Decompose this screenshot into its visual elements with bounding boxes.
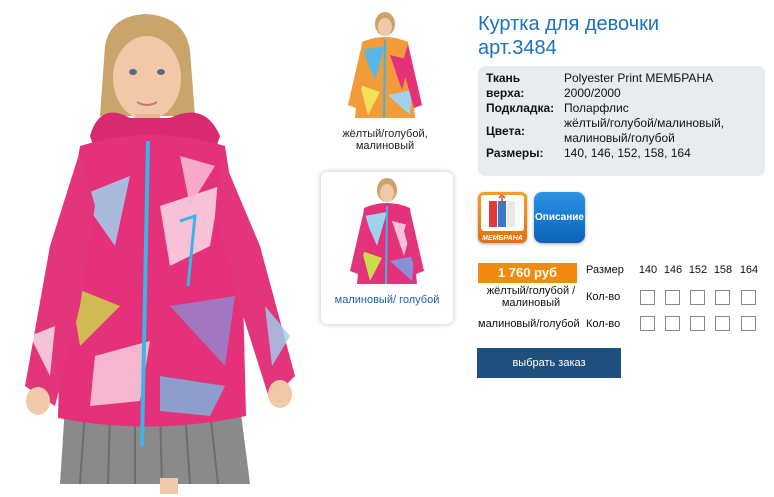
thumbnail-image [350,178,424,285]
spec-row-colors: Цвета: жёлтый/голубой/малиновый, малинов… [486,116,765,146]
thumbnail-image [348,12,422,119]
qty-label: Кол-во [586,291,621,303]
qty-checkbox-yellow-164[interactable] [741,290,756,305]
qty-checkbox-yellow-146[interactable] [665,290,680,305]
membrane-label: МЕМБРАНА [482,235,523,242]
size-164-header: 164 [739,264,759,276]
spec-key: верха: [486,86,525,100]
thumbnail-yellow-blue-crimson[interactable]: жёлтый/голубой, малиновый [326,8,444,158]
qty-label: Кол-во [586,318,621,330]
product-title: Куртка для девочки арт.3484 [478,12,768,60]
spec-value: Polyester Print МЕМБРАНА [564,71,714,85]
spec-row-sizes: Размеры: 140, 146, 152, 158, 164 [486,146,765,161]
product-title-name: Куртка для девочки [478,13,660,35]
spec-value: 140, 146, 152, 158, 164 [564,146,691,160]
spec-key: Ткань [486,71,521,85]
size-140-header: 140 [638,264,658,276]
order-row-color-yellow: жёлтый/голубой /малиновый [486,285,576,309]
description-button[interactable]: Описание [534,192,585,243]
qty-checkbox-yellow-140[interactable] [640,290,655,305]
product-specs: Ткань Polyester Print МЕМБРАНА верха: 20… [478,66,765,176]
spec-row-lining: Подкладка: Поларфлис [486,101,765,116]
size-158-header: 158 [713,264,733,276]
size-header-label: Размер [586,264,624,276]
price-badge: 1 760 руб [478,263,577,283]
order-row-color-crimson: малиновый/голубой [478,318,580,330]
size-152-header: 152 [688,264,708,276]
spec-row-outer: верха: 2000/2000 [486,86,765,101]
thumbnail-crimson-blue[interactable]: малиновый/ голубой [321,172,453,324]
size-146-header: 146 [663,264,683,276]
select-order-button[interactable]: выбрать заказ [477,348,621,378]
qty-checkbox-crimson-158[interactable] [715,316,730,331]
thumbnail-caption: малиновый/ голубой [334,294,440,306]
membrane-badge[interactable]: МЕМБРАНА [478,192,527,243]
thumbnail-caption: жёлтый/голубой, малиновый [342,128,428,152]
spec-value: 2000/2000 [564,86,621,100]
qty-checkbox-crimson-152[interactable] [690,316,705,331]
product-article: арт.3484 [478,37,557,59]
spec-key: Подкладка: [486,101,555,115]
spec-key: Размеры: [486,146,544,160]
spec-row-fabric: Ткань Polyester Print МЕМБРАНА [486,71,765,86]
main-product-photo [10,6,302,494]
membrane-icon [481,193,524,231]
spec-key: Цвета: [486,123,526,138]
qty-checkbox-yellow-158[interactable] [715,290,730,305]
spec-value: Поларфлис [564,101,629,115]
qty-checkbox-crimson-140[interactable] [640,316,655,331]
qty-checkbox-crimson-164[interactable] [741,316,756,331]
qty-checkbox-crimson-146[interactable] [665,316,680,331]
qty-checkbox-yellow-152[interactable] [690,290,705,305]
spec-value: жёлтый/голубой/малиновый, малиновый/голу… [564,116,725,145]
